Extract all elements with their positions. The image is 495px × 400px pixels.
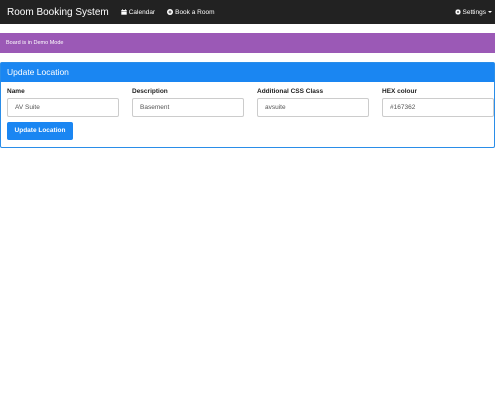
nav-calendar[interactable]: Calendar [121, 9, 155, 16]
nav-settings-dropdown[interactable]: Settings [454, 0, 492, 24]
description-field-group: Description Basement [132, 88, 244, 117]
nav-book-room[interactable]: Book a Room [167, 8, 215, 16]
nav-calendar-label: Calendar [128, 8, 156, 16]
name-field-group: Name AV Suite [7, 88, 119, 117]
gear-icon [454, 9, 461, 15]
css-class-field-group: Additional CSS Class avsuite [257, 88, 369, 117]
hex-colour-field-group: HEX colour #167362 [382, 88, 494, 117]
description-input[interactable]: Basement [132, 98, 244, 117]
hex-colour-label: HEX colour [382, 88, 418, 95]
chevron-down-icon [488, 11, 492, 13]
name-input[interactable]: AV Suite [7, 98, 119, 117]
update-location-button[interactable]: Update Location [7, 122, 73, 140]
hex-colour-input[interactable]: #167362 [382, 98, 494, 117]
name-label: Name [7, 88, 25, 95]
update-location-panel: Update Location Name AV Suite Descriptio… [0, 62, 495, 148]
css-class-input[interactable]: avsuite [257, 98, 369, 117]
nav-settings-label: Settings [462, 8, 487, 16]
css-class-label: Additional CSS Class [257, 88, 324, 95]
top-navbar: Room Booking System Calendar Book a Room… [0, 0, 495, 24]
nav-book-label: Book a Room [175, 8, 215, 16]
demo-mode-alert: Board is in Demo Mode [0, 33, 495, 53]
brand-link[interactable]: Room Booking System [7, 7, 109, 18]
panel-title: Update Location [1, 63, 494, 82]
plus-circle-icon [167, 9, 174, 15]
calendar-icon [121, 9, 127, 15]
description-label: Description [132, 88, 168, 95]
